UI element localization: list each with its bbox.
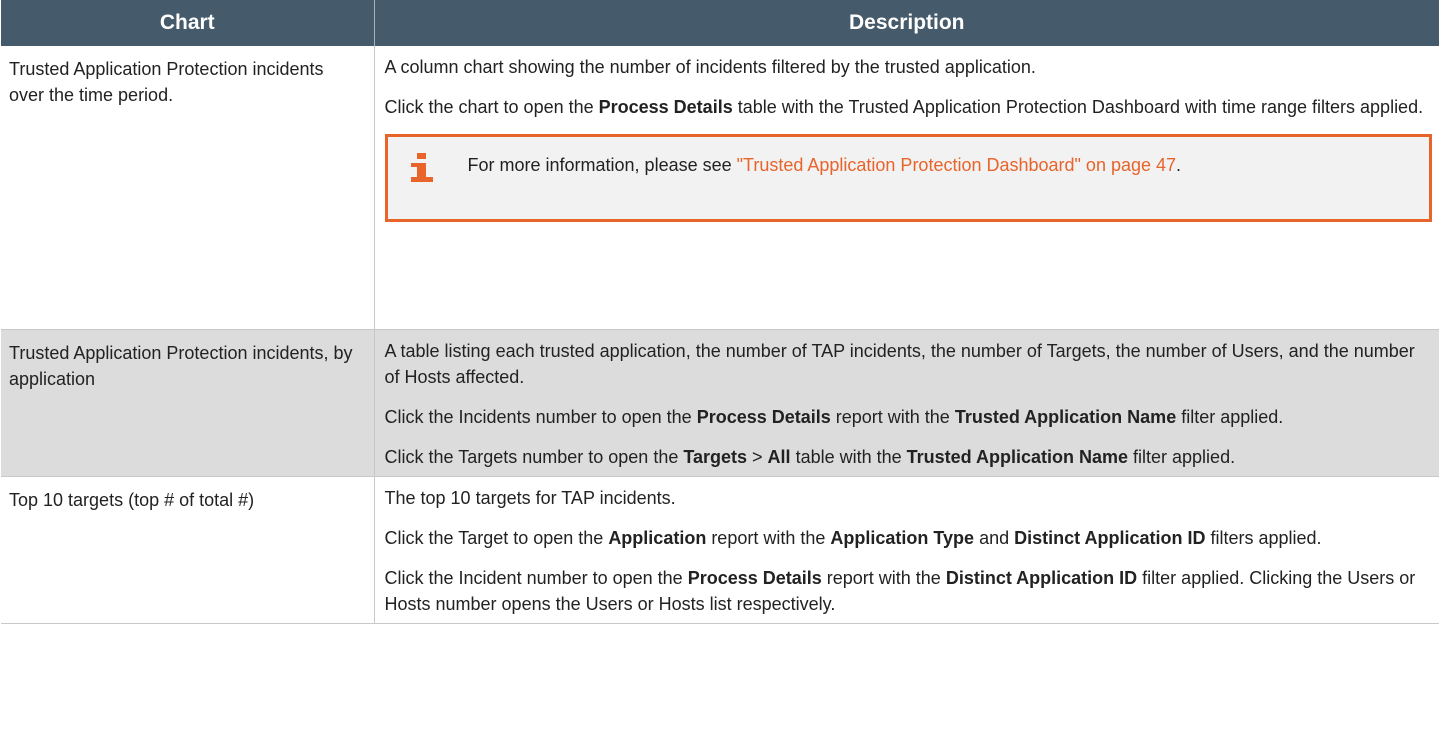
- table-row: Top 10 targets (top # of total #) The to…: [1, 476, 1439, 624]
- chart-cell: Top 10 targets (top # of total #): [1, 476, 375, 624]
- chart-cell: Trusted Application Protection incidents…: [1, 46, 375, 330]
- chart-cell: Trusted Application Protection incidents…: [1, 329, 375, 477]
- description-cell: The top 10 targets for TAP incidents. Cl…: [373, 476, 1439, 624]
- header-description: Description: [374, 0, 1439, 46]
- table-row: Trusted Application Protection incidents…: [1, 46, 1439, 330]
- note-text: For more information, please see "Truste…: [467, 155, 1182, 175]
- description-paragraph: The top 10 targets for TAP incidents.: [384, 488, 676, 508]
- description-paragraph: Click the chart to open the Process Deta…: [384, 97, 1424, 117]
- description-paragraph: A column chart showing the number of inc…: [384, 57, 1036, 77]
- info-note: For more information, please see "Truste…: [384, 134, 1432, 222]
- chart-description-table: Chart Description Trusted Application Pr…: [1, 0, 1439, 624]
- description-cell: A table listing each trusted application…: [373, 329, 1439, 477]
- dashboard-crossref-link[interactable]: "Trusted Application Protection Dashboar…: [737, 155, 1176, 175]
- description-paragraph: Click the Incident number to open the Pr…: [384, 568, 1416, 614]
- description-paragraph: Click the Target to open the Application…: [384, 528, 1322, 548]
- header-row: Chart Description: [1, 0, 1439, 46]
- description-paragraph: Click the Incidents number to open the P…: [384, 407, 1284, 427]
- table-row: Trusted Application Protection incidents…: [1, 329, 1439, 477]
- info-icon: [410, 151, 440, 185]
- description-cell: A column chart showing the number of inc…: [373, 46, 1439, 330]
- header-chart: Chart: [1, 0, 375, 46]
- description-paragraph: Click the Targets number to open the Tar…: [384, 447, 1236, 467]
- description-paragraph: A table listing each trusted application…: [384, 341, 1415, 387]
